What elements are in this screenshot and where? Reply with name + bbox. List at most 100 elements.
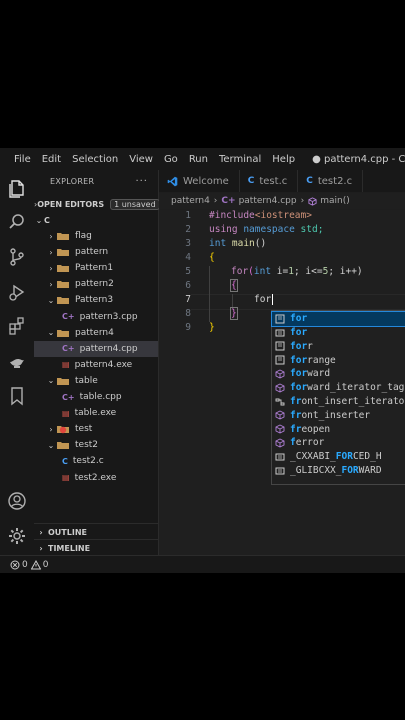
chevron-right-icon: › — [49, 424, 53, 434]
chevron-down-icon: ⌄ — [47, 376, 55, 386]
search-icon[interactable] — [7, 212, 27, 232]
folder-icon — [57, 281, 69, 289]
menu-help[interactable]: Help — [272, 154, 295, 165]
snippet-icon — [275, 341, 285, 351]
tree-item[interactable]: › pattern2 — [34, 276, 158, 292]
suggestion-item[interactable]: forward — [272, 367, 405, 381]
outline-section[interactable]: › OUTLINE — [34, 523, 158, 540]
line-number: 8 — [185, 308, 191, 319]
tree-item[interactable]: ▤ pattern4.exe — [34, 357, 158, 373]
explorer-icon[interactable] — [7, 178, 27, 198]
module-icon — [275, 410, 285, 420]
tab-test-c[interactable]: C test.c — [240, 170, 299, 192]
folder-icon — [57, 265, 69, 273]
warning-icon[interactable] — [30, 559, 41, 570]
suggestion-item[interactable]: front_inserter — [272, 409, 405, 423]
genie-lamp-icon[interactable] — [7, 351, 27, 371]
suggestion-label: forr — [290, 340, 313, 352]
code-line-1: #include<iostream> — [209, 210, 312, 221]
tree-item[interactable]: ⌄ table — [34, 373, 158, 389]
suggestion-item[interactable]: _CXXABI_FORCED_H — [272, 450, 405, 464]
folder-icon — [57, 442, 69, 450]
c-file-icon: C — [62, 456, 68, 466]
menu-view[interactable]: View — [129, 154, 153, 165]
tab-test2-c[interactable]: C test2.c — [298, 170, 364, 192]
chevron-right-icon: › — [39, 527, 43, 537]
more-actions-icon[interactable]: ··· — [135, 176, 148, 187]
suggestion-label: front_insert_iterator — [290, 396, 405, 408]
tree-item[interactable]: Ctest2.c — [34, 453, 158, 469]
tree-item[interactable]: ⌄ Pattern3 — [34, 292, 158, 308]
chevron-down-icon: ⌄ — [47, 328, 55, 338]
tab-label: test2.c — [317, 175, 353, 187]
suggestion-item[interactable]: forward_iterator_tag — [272, 381, 405, 395]
folder-root-c[interactable]: ⌄ C — [34, 212, 158, 228]
indent-guide — [232, 294, 233, 308]
tree-item[interactable]: › test — [34, 421, 158, 437]
suggestion-item[interactable]: ferror — [272, 436, 405, 450]
tree-item-label: pattern4 — [75, 327, 114, 338]
menu-selection[interactable]: Selection — [72, 154, 118, 165]
tree-item[interactable]: › Pattern1 — [34, 260, 158, 276]
chevron-right-icon: › — [49, 231, 53, 241]
timeline-section[interactable]: › TIMELINE — [34, 539, 158, 556]
source-control-icon[interactable] — [7, 247, 27, 267]
folder-icon — [57, 233, 69, 240]
suggestion-item[interactable]: _GLIBCXX_FORWARD — [272, 464, 405, 478]
suggestion-label: for — [290, 327, 308, 339]
activity-bar — [0, 170, 35, 562]
breadcrumb-symbol[interactable]: main() — [320, 196, 350, 206]
suggestion-item[interactable]: forrange — [272, 353, 405, 367]
settings-gear-icon[interactable] — [7, 526, 27, 546]
suggestion-item[interactable]: for — [272, 326, 405, 340]
outline-label: OUTLINE — [48, 527, 87, 537]
chevron-down-icon: ⌄ — [47, 440, 55, 450]
menu-terminal[interactable]: Terminal — [219, 154, 261, 165]
tree-item[interactable]: ⌄ test2 — [34, 437, 158, 453]
tree-item[interactable]: C+ pattern3.cpp — [34, 309, 158, 325]
code-line-6: { — [230, 279, 238, 292]
open-editors-section[interactable]: › OPEN EDITORS 1 unsaved — [34, 196, 160, 212]
breadcrumb-folder[interactable]: pattern4 — [171, 196, 210, 206]
suggestion-label: front_inserter — [290, 409, 371, 421]
tree-item[interactable]: C+ table.cpp — [34, 389, 158, 405]
tab-welcome[interactable]: Welcome — [159, 170, 240, 192]
line-number: 1 — [185, 210, 191, 221]
code-line-5: for(int i=1; i<=5; i++) — [231, 266, 363, 277]
menu-edit[interactable]: Edit — [42, 154, 61, 165]
tree-item[interactable]: ⌄ pattern4 — [34, 325, 158, 341]
tree-item[interactable]: › flag — [34, 228, 158, 244]
warning-count[interactable]: 0 — [43, 560, 49, 570]
tree-item[interactable]: ▤ table.exe — [34, 405, 158, 421]
suggestion-item[interactable]: freopen — [272, 422, 405, 436]
function-cube-icon — [308, 196, 317, 206]
module-icon — [275, 383, 285, 393]
error-icon[interactable] — [10, 560, 20, 570]
tree-item[interactable]: C+ pattern4.cpp — [34, 340, 158, 357]
error-count[interactable]: 0 — [22, 560, 28, 570]
extensions-icon[interactable] — [7, 316, 27, 336]
module-icon — [275, 424, 285, 434]
code-line-9: } — [209, 322, 215, 333]
account-icon[interactable] — [7, 491, 27, 511]
suggestion-item[interactable]: forr — [272, 340, 405, 354]
menu-go[interactable]: Go — [164, 154, 178, 165]
tree-item-label: flag — [75, 231, 92, 241]
tree-item-label: Pattern1 — [75, 263, 114, 274]
tree-item-label: pattern4.exe — [74, 359, 133, 370]
tree-item[interactable]: › pattern — [34, 244, 158, 260]
suggestion-label: freopen — [290, 423, 331, 435]
folder-icon — [57, 297, 69, 305]
bookmark-icon[interactable] — [7, 386, 27, 406]
suggestion-item[interactable]: for — [271, 311, 405, 327]
keyword-icon — [275, 467, 285, 475]
run-debug-icon[interactable] — [7, 282, 27, 302]
tree-item-label: Pattern3 — [75, 295, 114, 306]
tab-label: Welcome — [183, 175, 229, 187]
suggestion-label: forward — [290, 368, 331, 380]
breadcrumb-file[interactable]: pattern4.cpp — [239, 196, 297, 206]
tree-item[interactable]: ▤ test2.exe — [34, 470, 158, 486]
menu-run[interactable]: Run — [189, 154, 208, 165]
suggestion-item[interactable]: front_insert_iterator — [272, 395, 405, 409]
menu-file[interactable]: File — [14, 154, 31, 165]
